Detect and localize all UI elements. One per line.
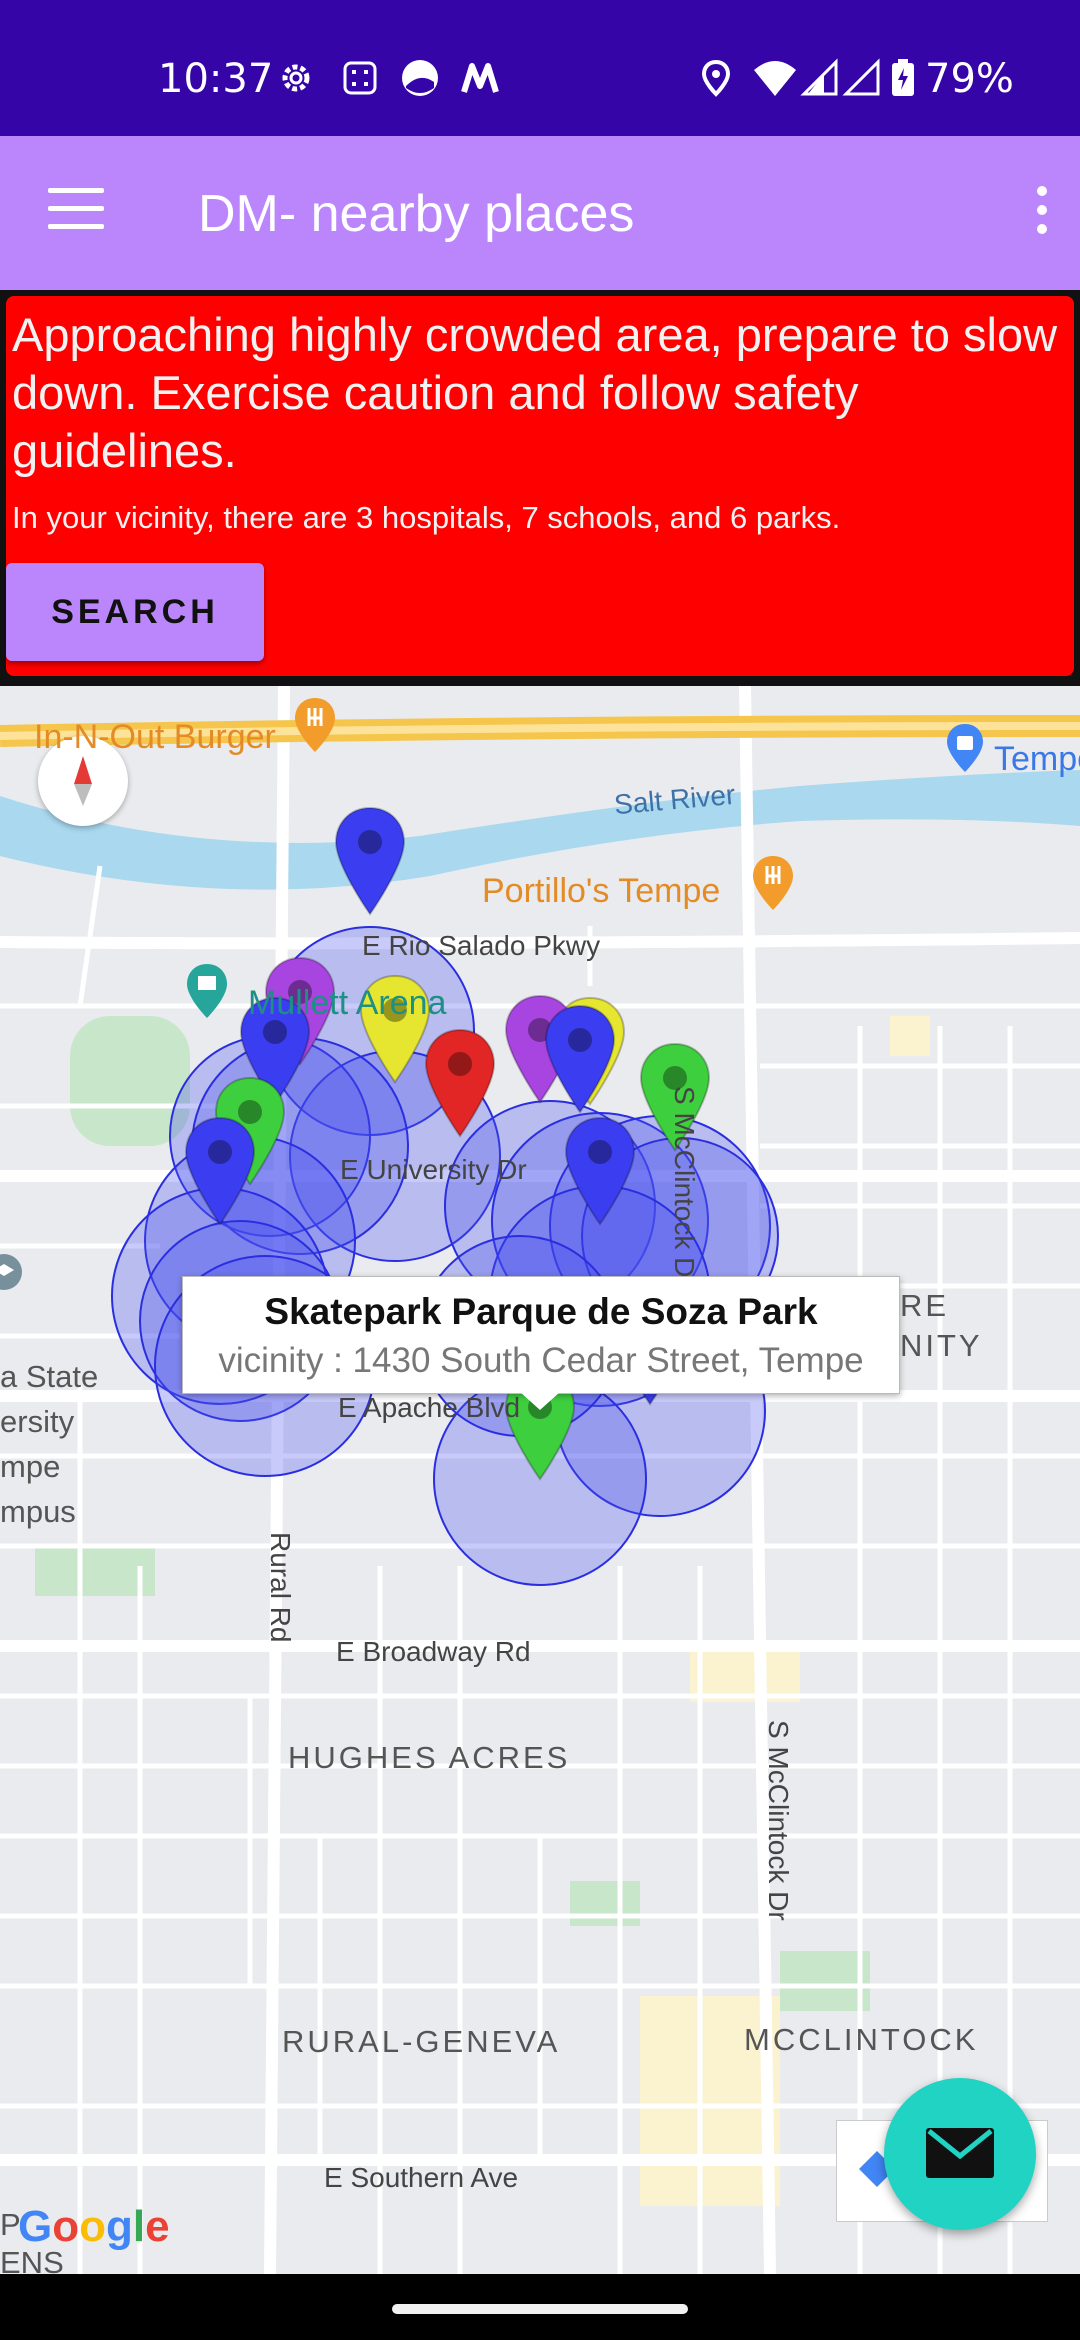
map-label-hughes-acres: HUGHES ACRES [288,1740,571,1775]
hamburger-menu-icon[interactable] [48,188,104,232]
school-pin-icon [0,1254,22,1290]
search-button[interactable]: SEARCH [6,563,264,661]
map-label-in-n-out: In-N-Out Burger [34,718,276,756]
alert-message: Approaching highly crowded area, prepare… [12,308,1058,477]
map-label-tempe: Tempe [994,740,1080,778]
info-window-title: Skatepark Parque de Soza Park [264,1291,818,1332]
m-app-icon [461,63,499,93]
info-window-address: vicinity : 1430 South Cedar Street, Temp… [218,1341,864,1380]
status-time: 10:37 [158,56,274,102]
map-label-broadway: E Broadway Rd [336,1636,531,1667]
calculator-icon [343,61,377,95]
map-label-state-campus: a State ersity mpe mpus [0,1359,99,1529]
signal-icon [800,58,838,96]
send-mail-button[interactable] [884,2078,1036,2230]
mail-icon [926,2128,994,2178]
blue-place-marker[interactable] [334,806,406,916]
map-view[interactable]: In-N-Out Burger Tempe Salt River Portill… [0,686,1080,2274]
map-label-southern-ave: E Southern Ave [324,2162,519,2193]
map-label-mcclintock-dr-south: S McClintock Dr [763,1720,794,1921]
restaurant-pin-icon [295,698,335,752]
blue-place-marker[interactable] [544,1004,616,1114]
restaurant-pin-icon [753,856,793,910]
map-label-apache-blvd: E Apache Blvd [338,1392,521,1423]
vicinity-summary: In your vicinity, there are 3 hospitals,… [12,500,841,535]
park-area [780,1951,870,2011]
info-window-pointer [520,1392,560,1410]
battery-percent: 79% [925,56,1014,102]
crowd-alert-panel: Approaching highly crowded area, prepare… [6,296,1074,676]
map-label-rio-salado: E Rio Salado Pkwy [362,930,601,961]
signal-icon-2 [842,58,880,96]
home-indicator[interactable] [392,2304,688,2314]
status-bar: 10:37 79% [0,0,1080,136]
app-bar: DM- nearby places [0,136,1080,290]
battery-charging-icon [892,59,914,96]
shopping-pin-icon [947,724,983,772]
google-logo: Google [18,2202,170,2251]
map-label-mullett-arena: Mullett Arena [248,984,447,1022]
park-area [35,1546,155,1596]
map-label-rural-rd: Rural Rd [265,1532,296,1643]
stadium-pin-icon [187,964,227,1018]
location-icon [701,59,731,97]
more-vert-icon[interactable] [1032,186,1052,240]
moon-app-icon [402,60,438,96]
commercial-area [890,1016,930,1056]
wifi-icon [754,61,796,96]
settings-gear-icon [282,64,310,92]
park-area [570,1881,640,1926]
map-label-mcclintock: MCCLINTOCK [744,2022,979,2057]
map-label-mcclintock-dr: S McClintock Dr [669,1086,700,1287]
map-label-university-dr: E University Dr [340,1154,527,1185]
app-title: DM- nearby places [198,185,635,243]
map-label-portillos: Portillo's Tempe [482,872,721,910]
map-label-rural-geneva: RURAL-GENEVA [282,2024,561,2059]
place-info-window[interactable]: Skatepark Parque de Soza Park vicinity :… [182,1276,900,1394]
map-label-unity: RE NITY [900,1288,983,1363]
